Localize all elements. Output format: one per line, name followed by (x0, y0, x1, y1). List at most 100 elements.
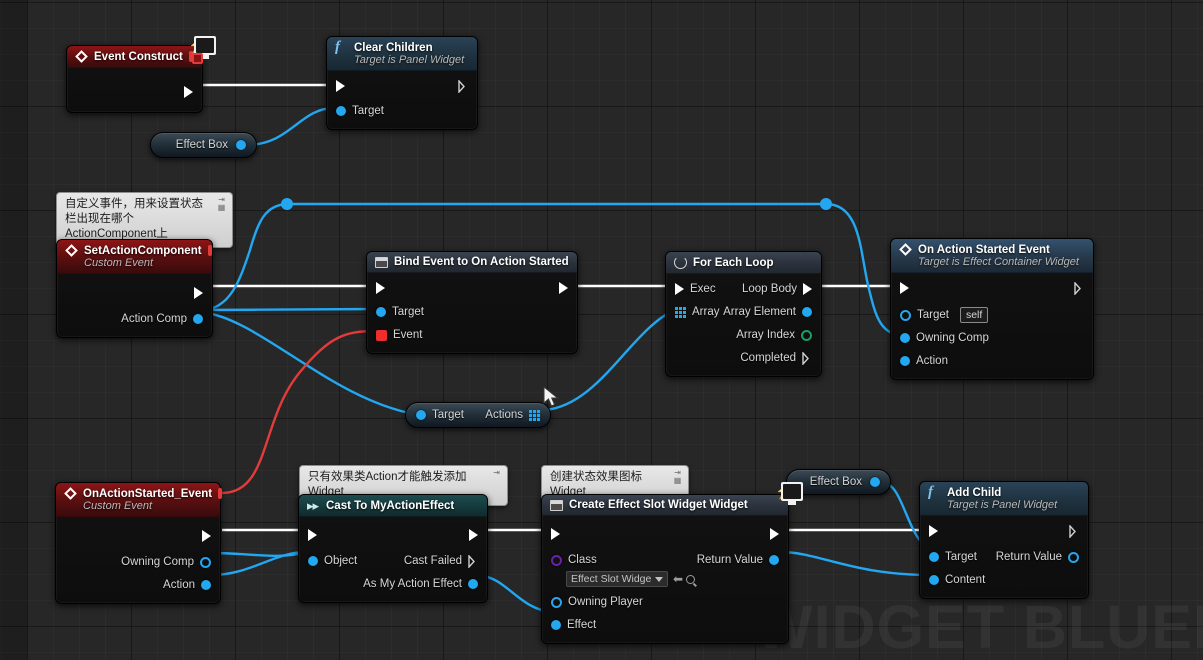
browse-back-icon[interactable]: ⬅ (673, 573, 683, 585)
exec-output-pin[interactable] (770, 528, 779, 540)
pin-label: As My Action Effect (363, 578, 462, 590)
blueprint-graph-canvas[interactable]: WIDGET BLUEPRINT (0, 0, 1203, 660)
exec-input-pin[interactable] (308, 529, 317, 541)
widget-icon (550, 499, 563, 511)
array-input-pin[interactable] (675, 306, 686, 318)
cast-failed-exec-output-pin[interactable] (468, 554, 478, 568)
comment-pin-icon[interactable]: ⇥ ▦ (671, 469, 684, 485)
completed-exec-output-pin[interactable] (802, 351, 812, 365)
pin-label: Target (432, 409, 464, 421)
pin-label: Cast Failed (403, 555, 462, 567)
node-header: Event Construct (67, 46, 202, 68)
action-comp-output-pin[interactable] (193, 314, 203, 324)
node-bind-event-on-action-started[interactable]: Bind Event to On Action Started Target E… (366, 251, 578, 354)
action-output-pin[interactable] (201, 580, 211, 590)
effect-input-pin[interactable] (551, 620, 561, 630)
node-title: OnActionStarted_Event (83, 487, 213, 500)
chevron-down-icon (655, 576, 663, 582)
variable-label: Effect Box (809, 476, 862, 488)
node-on-action-started-custom-event[interactable]: OnActionStarted_Event Custom Event Ownin… (55, 482, 223, 604)
node-header: On Action Started Event Target is Effect… (891, 239, 1093, 273)
node-create-effect-slot-widget[interactable]: Create Effect Slot Widget Widget Class R… (541, 494, 789, 644)
function-f-icon: f (335, 39, 340, 55)
exec-input-pin[interactable] (376, 282, 385, 294)
exec-output-pin[interactable] (1069, 524, 1079, 538)
exec-output-pin[interactable] (469, 529, 478, 541)
pin-label: Content (945, 574, 986, 586)
actions-array-output-pin[interactable] (529, 409, 540, 421)
node-clear-children[interactable]: f Clear Children Target is Panel Widget … (326, 36, 478, 130)
delete-pin-button[interactable] (207, 245, 212, 256)
target-self-value[interactable]: self (959, 307, 989, 323)
widget-icon (375, 256, 388, 268)
class-select-value: Effect Slot Widge: (571, 573, 651, 585)
exec-input-pin[interactable] (675, 283, 684, 295)
node-subtitle: Custom Event (83, 500, 153, 512)
target-input-pin[interactable] (929, 552, 939, 562)
pin-label: Array Element (723, 306, 796, 318)
node-subtitle: Target is Effect Container Widget (918, 256, 1079, 268)
node-target-actions[interactable]: Target Actions (405, 402, 551, 428)
object-input-pin[interactable] (308, 556, 318, 566)
action-input-pin[interactable] (900, 356, 910, 366)
exec-output-pin[interactable] (184, 86, 193, 98)
owning-comp-input-pin[interactable] (900, 333, 910, 343)
target-input-pin[interactable] (376, 307, 386, 317)
variable-label: Effect Box (175, 139, 228, 151)
node-header: SetActionComponent Custom Event (57, 240, 212, 274)
node-title: Bind Event to On Action Started (394, 256, 569, 268)
node-title: Cast To MyActionEffect (326, 499, 455, 512)
search-icon[interactable] (686, 574, 696, 584)
pin-label: Effect (567, 619, 597, 631)
exec-output-pin[interactable] (1074, 281, 1084, 295)
exec-input-pin[interactable] (900, 282, 909, 294)
canvas-left-gutter (0, 0, 27, 660)
owning-comp-output-pin[interactable] (200, 556, 211, 568)
comment-pin-icon[interactable]: ⇥ ▦ (215, 196, 228, 212)
return-value-output-pin[interactable] (769, 555, 779, 565)
pin-label: Array (692, 306, 720, 318)
graph-watermark: WIDGET BLUEPRINT (755, 593, 1203, 660)
event-diamond-icon (75, 50, 88, 63)
variable-output-pin[interactable] (236, 140, 246, 150)
target-input-pin[interactable] (416, 410, 426, 420)
return-value-output-pin[interactable] (1068, 551, 1079, 563)
comment-pin-icon[interactable]: ⇥ (490, 469, 503, 477)
exec-output-pin[interactable] (458, 79, 468, 93)
as-my-action-effect-output-pin[interactable] (468, 579, 478, 589)
exec-input-pin[interactable] (929, 525, 938, 537)
variable-output-pin[interactable] (870, 477, 880, 487)
target-input-pin[interactable] (900, 309, 911, 321)
node-title: For Each Loop (693, 256, 774, 269)
owning-player-input-pin[interactable] (551, 596, 562, 608)
pin-label: Loop Body (742, 283, 797, 295)
exec-input-pin[interactable] (551, 528, 560, 540)
content-input-pin[interactable] (929, 575, 939, 585)
pin-label: Action Comp (121, 313, 187, 325)
exec-input-pin[interactable] (336, 80, 345, 92)
node-title: Add Child (947, 486, 1002, 499)
pin-label: Exec (690, 283, 716, 295)
exec-output-pin[interactable] (194, 287, 203, 299)
node-effect-box-top[interactable]: Effect Box (150, 132, 257, 158)
node-set-action-component[interactable]: SetActionComponent Custom Event Action C… (56, 239, 213, 338)
loop-body-exec-output-pin[interactable] (803, 283, 812, 295)
node-for-each-loop[interactable]: For Each Loop Exec Loop Body Array Array… (665, 251, 822, 377)
node-subtitle: Custom Event (84, 257, 154, 269)
delete-pin-button[interactable] (218, 488, 223, 499)
node-event-construct[interactable]: Event Construct (66, 45, 203, 113)
node-subtitle: Target is Panel Widget (354, 54, 465, 66)
array-element-output-pin[interactable] (802, 307, 812, 317)
event-delegate-input-pin[interactable] (376, 329, 387, 341)
target-input-pin[interactable] (336, 106, 346, 116)
class-input-pin[interactable] (551, 554, 562, 566)
exec-output-pin[interactable] (202, 530, 211, 542)
node-add-child[interactable]: f Add Child Target is Panel Widget Targe… (919, 481, 1089, 599)
class-select[interactable]: Effect Slot Widge: (566, 571, 668, 587)
node-on-action-started-event[interactable]: On Action Started Event Target is Effect… (890, 238, 1094, 380)
pin-label: Class (568, 554, 597, 566)
exec-output-pin[interactable] (559, 282, 568, 294)
node-cast-to-my-action-effect[interactable]: ▸▸ Cast To MyActionEffect Object Cast Fa… (298, 494, 488, 603)
pin-label: Object (324, 555, 358, 567)
array-index-output-pin[interactable] (801, 329, 812, 341)
